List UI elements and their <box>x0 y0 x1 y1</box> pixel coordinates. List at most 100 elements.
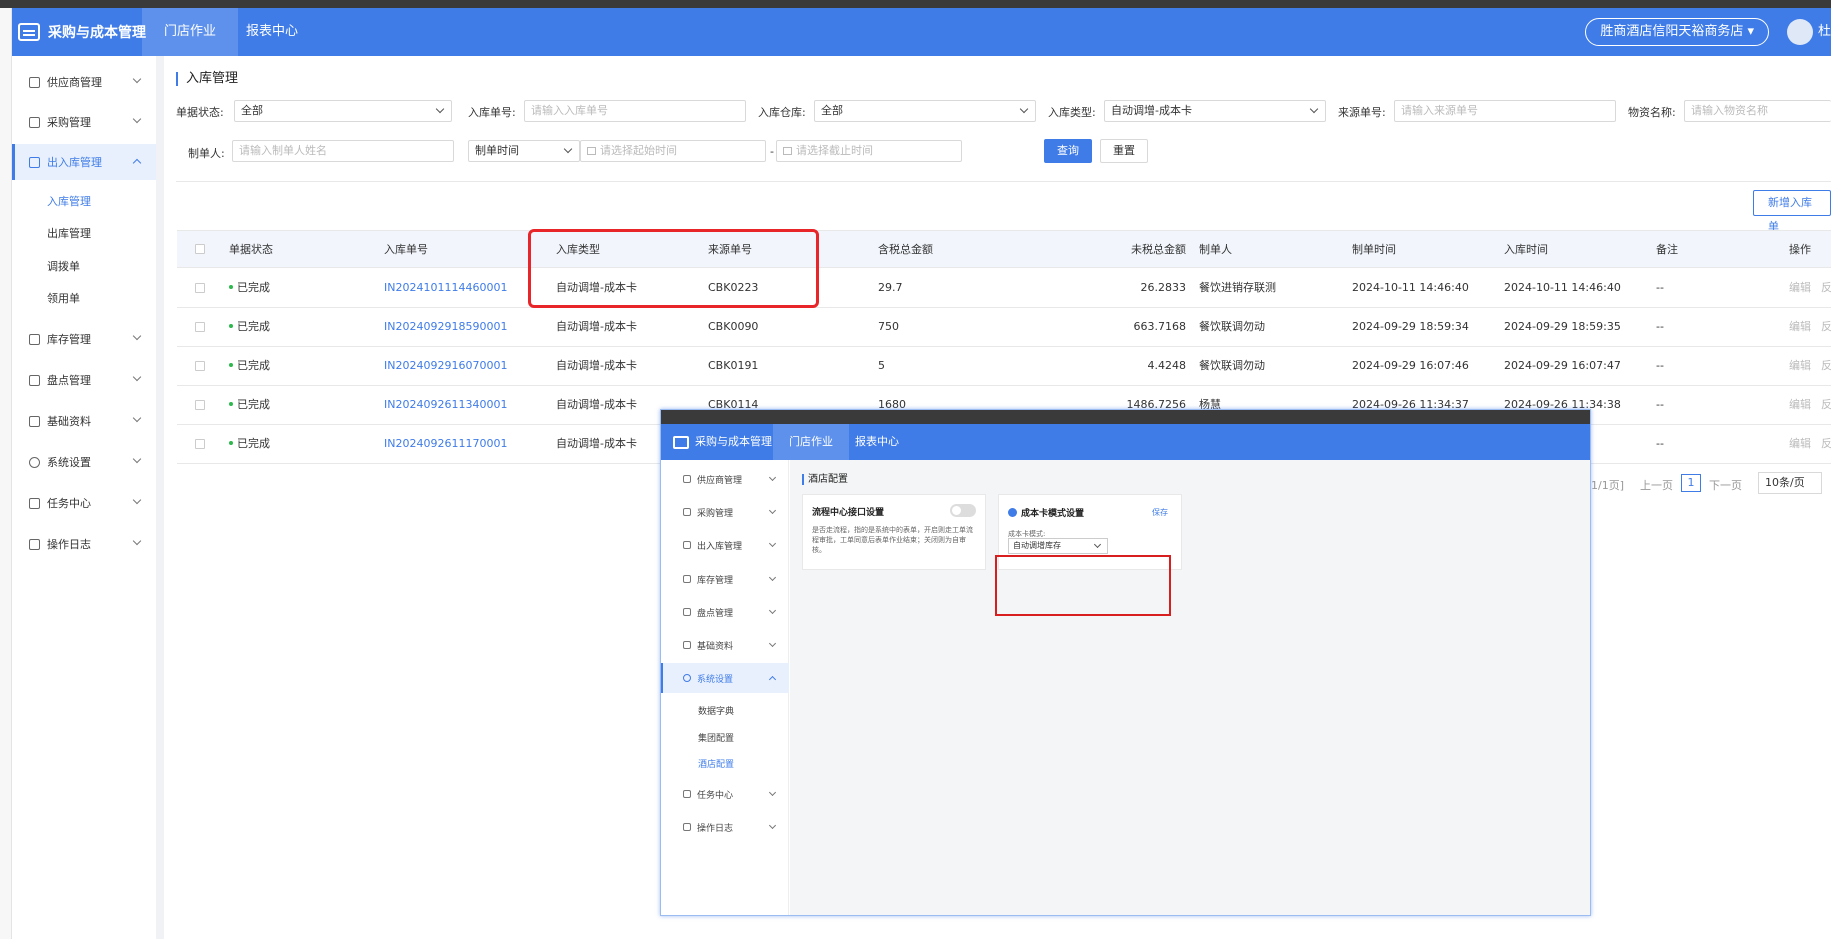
chevron-down-icon <box>132 536 142 546</box>
inbound-type-select[interactable]: 自动调增-成本卡 <box>1104 100 1326 122</box>
cell-creator: 餐饮联调勿动 <box>1199 320 1265 333</box>
cell-inbound-no[interactable]: IN2024092918590001 <box>384 308 507 346</box>
next-page-button[interactable]: 下一页 <box>1709 477 1742 493</box>
overlay-tab-store-operations[interactable]: 门店作业 <box>773 424 849 460</box>
sidebar-item-label: 出入库管理 <box>47 156 102 169</box>
sidebar-item-label: 系统设置 <box>47 456 91 469</box>
query-button[interactable]: 查询 <box>1044 139 1092 163</box>
store-selector[interactable]: 胜商酒店信阳天裕商务店 ▾ <box>1585 18 1769 46</box>
overlay-menu-tasks[interactable]: 任务中心 <box>661 779 789 809</box>
col-status: 单据状态 <box>229 243 273 256</box>
overlay-submenu-dictionary[interactable]: 数据字典 <box>698 704 734 717</box>
row-checkbox[interactable] <box>195 400 205 410</box>
time-type-select[interactable]: 制单时间 <box>468 140 580 162</box>
overlay-tab-report-center[interactable]: 报表中心 <box>839 424 915 460</box>
row-checkbox[interactable] <box>195 439 205 449</box>
sidebar-item-tasks[interactable]: 任务中心 <box>12 485 156 521</box>
reverse-link[interactable]: 反 <box>1821 308 1831 346</box>
page-info: 1/1页] <box>1591 479 1624 492</box>
reverse-link[interactable]: 反 <box>1821 386 1831 424</box>
overlay-brand[interactable]: 采购与成本管理 <box>673 424 772 460</box>
overlay-menu-inventory[interactable]: 库存管理 <box>661 564 789 594</box>
reverse-link[interactable]: 反 <box>1821 347 1831 385</box>
sidebar-item-basic-data[interactable]: 基础资料 <box>12 403 156 439</box>
page-size-select[interactable]: 10条/页 <box>1758 472 1822 494</box>
creator-input[interactable]: 请输入制单人姓名 <box>232 140 454 162</box>
edit-link[interactable]: 编辑 <box>1789 347 1811 385</box>
current-page[interactable]: 1 <box>1681 474 1701 492</box>
user-name[interactable]: 杜 <box>1818 8 1831 56</box>
status-text: 已完成 <box>237 320 270 333</box>
row-checkbox[interactable] <box>195 283 205 293</box>
cost-card-mode-select[interactable]: 自动调增库存 <box>1008 538 1108 554</box>
edit-link[interactable]: 编辑 <box>1789 425 1811 463</box>
overlay-header: 采购与成本管理 门店作业 报表中心 <box>661 424 1590 460</box>
cell-status: 已完成 <box>229 386 270 424</box>
process-center-toggle[interactable] <box>950 504 976 517</box>
cell-inbound-time: 2024-10-11 14:46:40 <box>1504 281 1621 294</box>
sidebar-item-label: 任务中心 <box>47 497 91 510</box>
edit-link[interactable]: 编辑 <box>1789 386 1811 424</box>
material-input[interactable]: 请输入物资名称 <box>1684 100 1831 122</box>
status-dot-icon <box>229 441 233 445</box>
doc-status-select[interactable]: 全部 <box>234 100 452 122</box>
source-no-label: 来源单号: <box>1338 106 1386 119</box>
cost-card-save-button[interactable]: 保存 <box>1152 507 1168 518</box>
overlay-submenu-group-config[interactable]: 集团配置 <box>698 731 734 744</box>
source-no-input[interactable]: 请输入来源单号 <box>1394 100 1616 122</box>
cell-net-amount: 4.4248 <box>1147 359 1187 372</box>
sidebar-item-inout[interactable]: 出入库管理 <box>12 144 156 180</box>
inbound-type-label: 入库类型: <box>1048 106 1096 119</box>
reverse-link[interactable]: 反 <box>1821 269 1831 307</box>
overlay-menu-oplog[interactable]: 操作日志 <box>661 812 789 842</box>
chevron-down-icon <box>768 506 777 515</box>
overlay-menu-inout[interactable]: 出入库管理 <box>661 530 789 560</box>
overlay-submenu-hotel-config[interactable]: 酒店配置 <box>698 757 734 770</box>
select-all-checkbox[interactable] <box>195 244 205 254</box>
cell-inbound-no[interactable]: IN2024092611340001 <box>384 386 507 424</box>
prev-page-button[interactable]: 上一页 <box>1640 477 1673 493</box>
submenu-inbound[interactable]: 入库管理 <box>47 193 91 209</box>
overlay-menu-supplier[interactable]: 供应商管理 <box>661 464 789 494</box>
row-checkbox[interactable] <box>195 322 205 332</box>
cell-inbound-no[interactable]: IN2024092611170001 <box>384 425 507 463</box>
edit-link[interactable]: 编辑 <box>1789 308 1811 346</box>
user-avatar[interactable] <box>1787 19 1813 45</box>
overlay-menu-basic-data[interactable]: 基础资料 <box>661 630 789 660</box>
chevron-down-icon <box>1309 104 1319 114</box>
reverse-link[interactable]: 反 <box>1821 425 1831 463</box>
cell-created-time: 2024-10-11 14:46:40 <box>1352 281 1469 294</box>
tab-report-center[interactable]: 报表中心 <box>224 8 320 56</box>
purchase-icon <box>29 116 40 128</box>
inbound-no-input[interactable]: 请输入入库单号 <box>524 100 746 122</box>
inout-icon <box>29 156 40 168</box>
app-brand[interactable]: 采购与成本管理 <box>18 8 146 56</box>
start-time-input[interactable]: 请选择起始时间 <box>580 140 766 162</box>
sidebar-item-inventory[interactable]: 库存管理 <box>12 321 156 357</box>
sidebar-item-purchase[interactable]: 采购管理 <box>12 104 156 140</box>
status-text: 已完成 <box>237 437 270 450</box>
end-time-input[interactable]: 请选择截止时间 <box>776 140 962 162</box>
sidebar-item-supplier[interactable]: 供应商管理 <box>12 64 156 100</box>
reset-button[interactable]: 重置 <box>1100 139 1148 163</box>
sidebar-item-settings[interactable]: 系统设置 <box>12 444 156 480</box>
doc-status-value: 全部 <box>241 104 263 117</box>
overlay-menu-settings[interactable]: 系统设置 <box>661 663 789 693</box>
chevron-down-icon <box>1019 104 1029 114</box>
overlay-menu-purchase[interactable]: 采购管理 <box>661 497 789 527</box>
row-checkbox[interactable] <box>195 361 205 371</box>
source-no-placeholder: 请输入来源单号 <box>1401 104 1478 117</box>
chevron-down-icon <box>1093 540 1102 549</box>
edit-link[interactable]: 编辑 <box>1789 269 1811 307</box>
cell-inbound-no[interactable]: IN2024092916070001 <box>384 347 507 385</box>
new-inbound-button[interactable]: 新增入库单 <box>1753 190 1831 233</box>
warehouse-select[interactable]: 全部 <box>814 100 1036 122</box>
sidebar-item-oplog[interactable]: 操作日志 <box>12 526 156 562</box>
submenu-transfer[interactable]: 调拨单 <box>47 258 80 274</box>
sidebar-item-stocktake[interactable]: 盘点管理 <box>12 362 156 398</box>
gear-icon <box>29 456 40 468</box>
cell-inbound-no[interactable]: IN2024101114460001 <box>384 269 507 307</box>
submenu-outbound[interactable]: 出库管理 <box>47 225 91 241</box>
overlay-menu-stocktake[interactable]: 盘点管理 <box>661 597 789 627</box>
submenu-requisition[interactable]: 领用单 <box>47 290 80 306</box>
